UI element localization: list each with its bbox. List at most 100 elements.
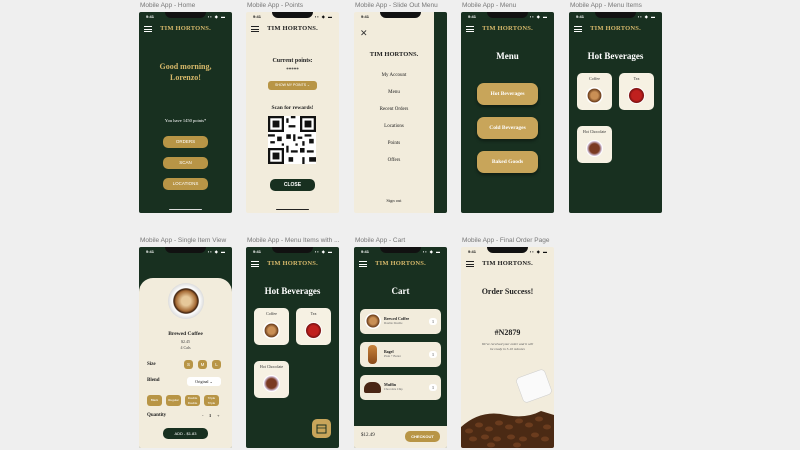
option-double-double-button[interactable]: Double Double (185, 395, 200, 406)
hot-chocolate-card[interactable]: Hot Chocolate (254, 361, 289, 398)
show-points-button[interactable]: SHOW MY POINTS ⌄ (268, 81, 317, 90)
cart-item-qty[interactable]: 1 (429, 351, 437, 358)
sign-out-link[interactable]: Sign out (354, 198, 434, 203)
brand-logo: TIM HORTONS. (160, 25, 211, 32)
baked-goods-button[interactable]: Baked Goods (477, 151, 538, 173)
status-time: 9:41 (146, 14, 155, 19)
menu-item-points[interactable]: Points (354, 141, 434, 146)
muffin-thumb-icon (364, 382, 381, 393)
hot-beverages-button[interactable]: Hot Beverages (477, 83, 538, 105)
order-message-line1: We've received your order and it will (481, 342, 534, 346)
cart-fab-button[interactable] (312, 419, 331, 438)
current-points-title: Current points: (272, 58, 313, 64)
frame-label-points: Mobile App - Points (247, 2, 304, 9)
qr-code-icon (268, 116, 316, 164)
greeting: Good morning, (159, 62, 212, 71)
user-name: Lorenzo! (170, 73, 201, 82)
size-l-button[interactable]: L (212, 360, 221, 369)
scan-button[interactable]: SCAN (163, 157, 208, 169)
coffee-card-label: Coffee (589, 76, 600, 81)
frame-label-final-order: Mobile App - Final Order Page (462, 237, 550, 244)
cart-item[interactable]: Bagel Plain + Butter 1 (360, 342, 441, 367)
item-price: $2.45 (181, 339, 190, 344)
coffee-beans-image (461, 369, 554, 448)
menu-item-offers[interactable]: Offers (354, 158, 434, 163)
option-regular-button[interactable]: Regular (166, 395, 181, 406)
status-icons: ▪▪ ◆ ▬ (207, 249, 226, 254)
frame-label-menu: Mobile App - Menu (462, 2, 517, 9)
menu-screen: 9:41 ▪▪ ◆ ▬ TIM HORTONS. Menu Hot Beverag… (461, 12, 554, 213)
close-icon[interactable]: ✕ (360, 29, 368, 39)
cart-item[interactable]: Muffin Chocolate Chip 1 (360, 375, 441, 400)
quantity-minus-button[interactable]: - (202, 413, 204, 418)
size-label: Size (147, 362, 156, 367)
slide-menu-screen: 9:41 ✕ TIM HORTONS. My Account Menu Rece… (354, 12, 447, 213)
blend-label: Blend (147, 378, 160, 383)
status-icons: ▪▪ ◆ ▬ (207, 14, 226, 19)
blend-value: Original (195, 379, 209, 384)
hot-chocolate-card-label: Hot Chocolate (259, 364, 284, 369)
cart-item-qty[interactable]: 1 (429, 318, 437, 325)
option-black-button[interactable]: Black (147, 395, 162, 406)
close-button[interactable]: CLOSE (270, 179, 315, 191)
item-name: Brewed Coffee (168, 331, 203, 337)
status-icons: ▪▪ ◆ ▬ (637, 14, 656, 19)
order-success-title: Order Success! (481, 287, 534, 296)
cart-item[interactable]: Brewed Coffee Double Double 1 (360, 309, 441, 334)
menu-item-menu[interactable]: Menu (354, 90, 434, 95)
hot-chocolate-card-label: Hot Chocolate (582, 129, 607, 134)
tea-cup-icon (628, 87, 645, 104)
scan-rewards-label: Scan for rewards! (271, 105, 314, 111)
coffee-thumb-icon (365, 313, 381, 329)
quantity-plus-button[interactable]: + (217, 413, 220, 418)
status-time: 9:41 (468, 14, 477, 19)
add-to-cart-button[interactable]: ADD - $1.83 (163, 428, 208, 439)
coffee-card[interactable]: Coffee (577, 73, 612, 110)
tea-card[interactable]: Tea (619, 73, 654, 110)
frame-label-home: Mobile App - Home (140, 2, 196, 9)
cold-beverages-button[interactable]: Cold Beverages (477, 117, 538, 139)
order-message-line2: be ready in 5-10 minutes (490, 347, 525, 351)
status-icons: ▪▪ ◆ ▬ (314, 14, 333, 19)
chevron-down-icon: ⌄ (209, 379, 213, 384)
blend-select[interactable]: Original ⌄ (187, 377, 221, 386)
tea-card-label: Tea (633, 76, 640, 81)
brand-logo: TIM HORTONS. (369, 51, 419, 58)
quantity-label: Quantity (147, 413, 167, 418)
coffee-card[interactable]: Coffee (254, 308, 289, 345)
status-time: 9:41 (361, 249, 370, 254)
frame-label-menu-items-cart: Mobile App - Menu Items with ... (247, 237, 340, 244)
status-time: 9:41 (576, 14, 585, 19)
menu-overlay-edge (434, 12, 447, 213)
hot-beverages-title: Hot Beverages (587, 51, 644, 61)
points-text: You have 1450 points* (164, 118, 207, 123)
cart-item-qty[interactable]: 1 (429, 384, 437, 391)
checkout-button[interactable]: CHECKOUT (405, 431, 440, 442)
menu-items-cart-screen: 9:41 ▪▪ ◆ ▬ TIM HORTONS. Hot Beverages Co… (246, 247, 339, 448)
menu-item-my-account[interactable]: My Account (354, 73, 434, 78)
option-triple-triple-button[interactable]: Triple Triple (204, 395, 219, 406)
coffee-cup-icon (586, 87, 603, 104)
chevron-down-icon: ⌄ (307, 83, 310, 87)
status-time: 9:41 (468, 249, 477, 254)
show-points-label: SHOW MY POINTS (275, 83, 307, 87)
size-s-button[interactable]: S (184, 360, 193, 369)
hot-beverages-title: Hot Beverages (264, 286, 321, 296)
orders-button[interactable]: ORDERS (163, 136, 208, 148)
size-m-button[interactable]: M (198, 360, 207, 369)
hot-chocolate-cup-icon (263, 375, 280, 392)
frame-label-slide-menu: Mobile App - Slide Out Menu (355, 2, 438, 9)
menu-item-recent-orders[interactable]: Recent Orders (354, 107, 434, 112)
menu-item-locations[interactable]: Locations (354, 124, 434, 129)
tea-card[interactable]: Tea (296, 308, 331, 345)
coffee-cup-icon (263, 322, 280, 339)
cart-total: $12.49 (361, 433, 375, 438)
brand-logo: TIM HORTONS. (482, 25, 533, 32)
brand-logo: TIM HORTONS. (267, 25, 318, 32)
hot-chocolate-card[interactable]: Hot Chocolate (577, 126, 612, 163)
tea-cup-icon (305, 322, 322, 339)
status-icons: ▪▪ ◆ ▬ (422, 249, 441, 254)
bagel-thumb-icon (368, 345, 377, 364)
locations-button[interactable]: LOCATIONS (163, 178, 208, 190)
quantity-value: 1 (209, 413, 212, 418)
